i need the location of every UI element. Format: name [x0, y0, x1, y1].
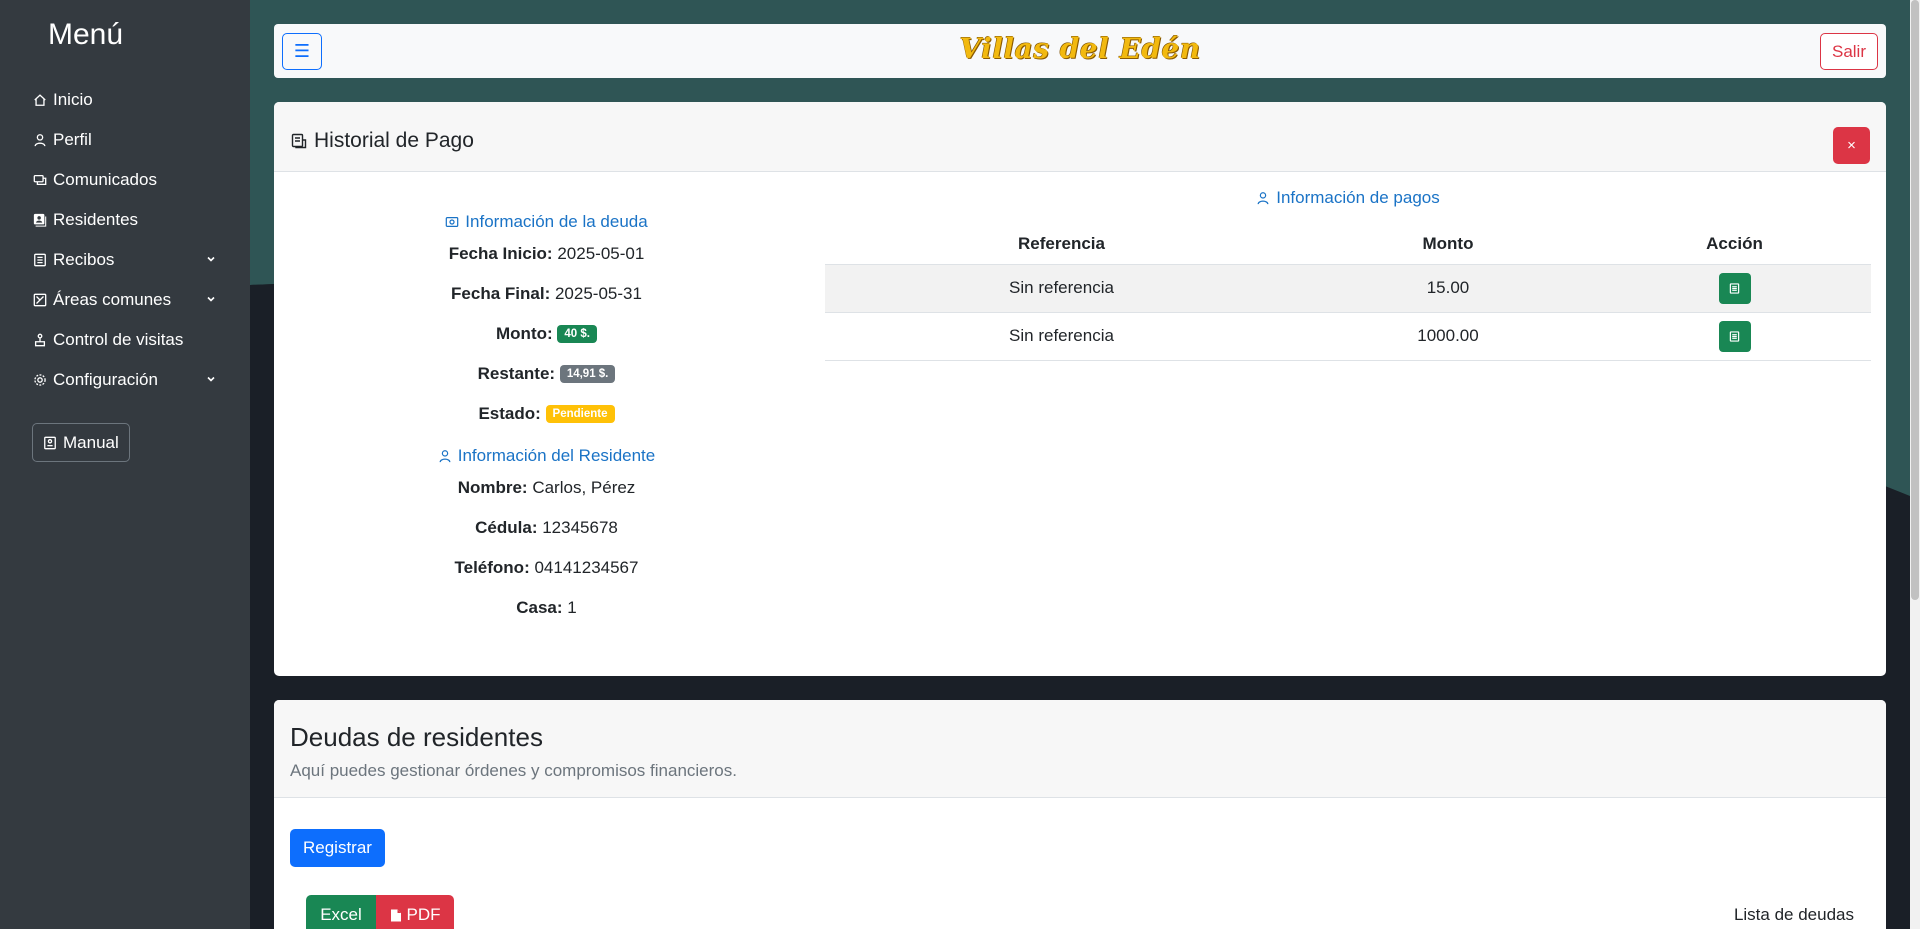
sidebar-title: Menú [48, 18, 124, 51]
fecha-inicio-row: Fecha Inicio: 2025-05-01 [448, 244, 645, 263]
sidebar-item-inicio[interactable]: Inicio [0, 80, 250, 120]
monto-cell: 15.00 [1298, 264, 1598, 313]
card-title-text: Historial de Pago [314, 129, 474, 152]
user-icon [439, 450, 451, 463]
register-button[interactable]: Registrar [290, 829, 385, 867]
chevron-down-icon[interactable] [206, 294, 216, 304]
view-receipt-button[interactable] [1718, 272, 1751, 304]
book-icon [44, 436, 56, 449]
payments-info-heading: Información de pagos [825, 188, 1871, 208]
sidebar-item-label: Recibos [53, 250, 115, 269]
table-row: Sin referencia 1000.00 [825, 312, 1871, 361]
sidebar-item-areas-comunes[interactable]: Áreas comunes [0, 280, 250, 320]
sidebar-item-perfil[interactable]: Perfil [0, 120, 250, 160]
page-scrollbar[interactable] [1910, 0, 1920, 929]
area-icon [33, 293, 47, 307]
referencia-cell: Sin referencia [825, 264, 1298, 313]
monto-row: Monto: 40 $. [274, 324, 819, 344]
referencia-cell: Sin referencia [825, 312, 1298, 361]
sidebar-item-label: Inicio [53, 90, 93, 109]
column-header-monto: Monto [1298, 224, 1598, 265]
sidebar-item-recibos[interactable]: Recibos [0, 240, 250, 280]
receipt-icon [1729, 330, 1740, 342]
people-icon [33, 213, 47, 227]
sidebar-item-label: Control de visitas [53, 330, 184, 349]
monto-badge: 40 $. [557, 325, 597, 343]
export-excel-button[interactable]: Excel [306, 895, 376, 929]
sidebar: Menú Inicio Perfil Comunicados Residente… [0, 0, 250, 929]
column-header-accion: Acción [1598, 224, 1871, 265]
sidebar-item-residentes[interactable]: Residentes [0, 200, 250, 240]
visit-icon [33, 333, 47, 347]
sidebar-item-label: Áreas comunes [53, 290, 172, 309]
gear-icon [33, 373, 47, 387]
top-navbar: ☰ Villas del Edén Salir [274, 24, 1886, 78]
sidebar-item-control-visitas[interactable]: Control de visitas [0, 320, 250, 360]
restante-row: Restante: 14,91 $. [274, 364, 819, 384]
export-pdf-button[interactable]: PDF [376, 895, 454, 929]
column-header-referencia: Referencia [825, 224, 1298, 265]
sidebar-menu: Inicio Perfil Comunicados Residentes Rec… [0, 80, 250, 400]
section-subtitle: Aquí puedes gestionar órdenes y compromi… [290, 761, 737, 780]
cedula-row: Cédula: 12345678 [475, 518, 618, 537]
manual-label: Manual [63, 432, 119, 452]
cash-icon [445, 217, 459, 227]
user-icon [1257, 192, 1269, 205]
payments-table: Referencia Monto Acción Sin referencia 1… [825, 224, 1871, 361]
list-title: Lista de deudas [1733, 905, 1854, 924]
resident-info-heading: Información del Residente [274, 446, 819, 466]
fecha-final-row: Fecha Final: 2025-05-31 [451, 284, 642, 303]
scrollbar-thumb[interactable] [1911, 0, 1919, 600]
status-badge: Pendiente [545, 405, 615, 423]
casa-row: Casa: 1 [516, 598, 577, 617]
debt-info-heading: Información de la deuda [274, 212, 819, 232]
brand-logo: Villas del Edén [959, 32, 1201, 65]
card-title: Historial de Pago [291, 129, 474, 153]
user-icon [33, 133, 47, 147]
accion-cell [1598, 312, 1871, 361]
receipt-icon [291, 133, 307, 149]
receipt-icon [1729, 282, 1740, 294]
logout-button[interactable]: Salir [1819, 33, 1878, 70]
close-button[interactable]: × [1833, 127, 1870, 164]
card-header: Historial de Pago × [274, 102, 1886, 172]
section-title: Deudas de residentes [290, 722, 543, 752]
table-row: Sin referencia 15.00 [825, 264, 1871, 313]
file-pdf-icon [390, 909, 401, 921]
estado-row: Estado: Pendiente [274, 404, 819, 424]
card-header: Deudas de residentes Aquí puedes gestion… [274, 700, 1886, 798]
nombre-row: Nombre: Carlos, Pérez [457, 478, 636, 497]
sidebar-item-comunicados[interactable]: Comunicados [0, 160, 250, 200]
manual-button[interactable]: Manual [32, 423, 130, 462]
debt-info-column: Información de la deuda Fecha Inicio: 20… [274, 172, 819, 618]
sidebar-item-label: Residentes [53, 210, 139, 229]
chevron-down-icon[interactable] [206, 254, 216, 264]
accion-cell [1598, 264, 1871, 313]
restante-badge: 14,91 $. [559, 365, 616, 383]
monto-cell: 1000.00 [1298, 312, 1598, 361]
chat-icon [33, 173, 47, 187]
sidebar-item-configuracion[interactable]: Configuración [0, 360, 250, 400]
sidebar-item-label: Configuración [53, 370, 158, 389]
sidebar-item-label: Perfil [53, 130, 92, 149]
chevron-down-icon[interactable] [206, 374, 216, 384]
receipt-icon [33, 253, 47, 267]
view-receipt-button[interactable] [1718, 320, 1751, 352]
home-icon [33, 93, 47, 107]
sidebar-item-label: Comunicados [53, 170, 157, 189]
payment-history-card: Historial de Pago × Información de la de… [274, 102, 1886, 676]
resident-debts-card: Deudas de residentes Aquí puedes gestion… [274, 700, 1886, 929]
telefono-row: Teléfono: 04141234567 [454, 558, 639, 577]
